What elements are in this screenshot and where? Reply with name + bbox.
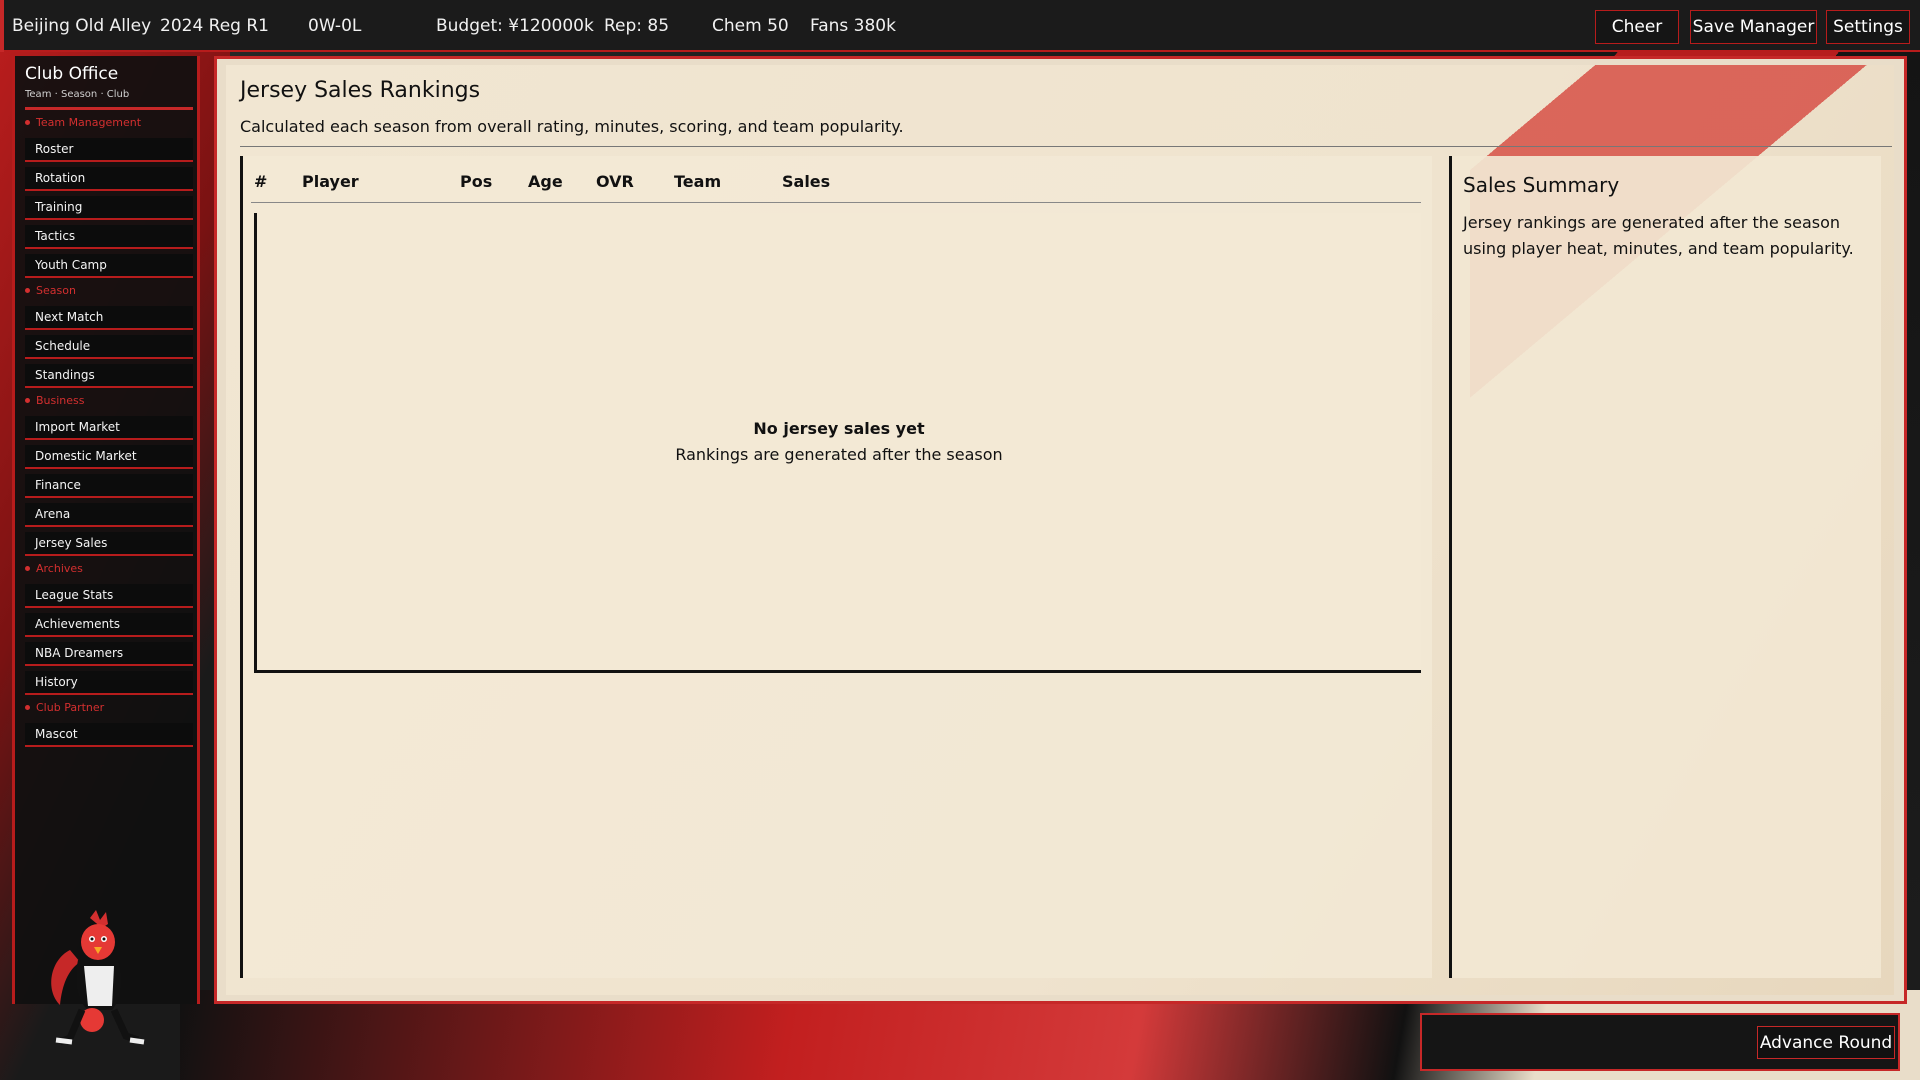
column-header-ovr[interactable]: OVR (596, 172, 634, 191)
top-status-bar: Beijing Old Alley 2024 Reg R1 0W-0L Budg… (0, 0, 1920, 52)
sidebar-item-jersey-sales[interactable]: Jersey Sales (25, 532, 193, 556)
settings-button[interactable]: Settings (1826, 10, 1910, 44)
rooster-mascot-icon (51, 910, 145, 1046)
sidebar-item-label: Next Match (35, 310, 104, 324)
sidebar-item-label: History (35, 675, 78, 689)
sidebar-item-label: Standings (35, 368, 95, 382)
topbar-accent (0, 0, 4, 52)
summary-title: Sales Summary (1463, 173, 1620, 197)
sidebar-item-import-market[interactable]: Import Market (25, 416, 193, 440)
column-header-rank[interactable]: # (254, 172, 267, 191)
page-title: Jersey Sales Rankings (240, 78, 481, 103)
reputation-label: Rep: 85 (604, 16, 670, 36)
sidebar-item-label: Mascot (35, 727, 78, 741)
sidebar-item-label: Roster (35, 142, 74, 156)
category-business: Business (25, 394, 85, 407)
sidebar: Club Office Team · Season · Club Team Ma… (12, 56, 200, 1004)
sidebar-item-finance[interactable]: Finance (25, 474, 193, 498)
sidebar-item-history[interactable]: History (25, 671, 193, 695)
chemistry-label: Chem 50 (712, 16, 789, 36)
sidebar-item-achievements[interactable]: Achievements (25, 613, 193, 637)
sidebar-item-training[interactable]: Training (25, 196, 193, 220)
sidebar-item-tactics[interactable]: Tactics (25, 225, 193, 249)
category-club-partner: Club Partner (25, 701, 104, 714)
sales-summary-panel (1449, 156, 1881, 978)
sidebar-item-nba-dreamers[interactable]: NBA Dreamers (25, 642, 193, 666)
sidebar-item-label: Import Market (35, 420, 120, 434)
cheer-button[interactable]: Cheer (1595, 10, 1679, 44)
season-label: 2024 Reg R1 (160, 16, 269, 36)
sidebar-item-label: Training (35, 200, 83, 214)
empty-state-subtitle: Rankings are generated after the season (675, 445, 1003, 464)
sidebar-item-arena[interactable]: Arena (25, 503, 193, 527)
sidebar-item-label: Arena (35, 507, 71, 521)
bullet-icon (25, 288, 30, 293)
sidebar-item-label: Finance (35, 478, 81, 492)
page-description: Calculated each season from overall rati… (240, 117, 904, 136)
record-label: 0W-0L (308, 16, 362, 36)
sidebar-item-label: Rotation (35, 171, 86, 185)
category-label: Team Management (36, 116, 142, 129)
category-label: Club Partner (36, 701, 105, 714)
column-header-sales[interactable]: Sales (782, 172, 830, 191)
empty-state-title: No jersey sales yet (753, 419, 925, 438)
sidebar-item-league-stats[interactable]: League Stats (25, 584, 193, 608)
sidebar-item-mascot[interactable]: Mascot (25, 723, 193, 747)
advance-round-button[interactable]: Advance Round (1757, 1026, 1895, 1059)
bullet-icon (25, 120, 30, 125)
rankings-table-body: No jersey sales yet Rankings are generat… (254, 213, 1421, 673)
column-header-team[interactable]: Team (674, 172, 721, 191)
bullet-icon (25, 566, 30, 571)
category-label: Season (36, 284, 76, 297)
column-header-age[interactable]: Age (528, 172, 563, 191)
column-header-pos[interactable]: Pos (460, 172, 492, 191)
summary-text: Jersey rankings are generated after the … (1463, 213, 1854, 258)
sidebar-subtitle: Team · Season · Club (25, 89, 130, 100)
sidebar-divider (25, 107, 193, 110)
save-manager-button[interactable]: Save Manager (1690, 10, 1817, 44)
sidebar-item-label: Domestic Market (35, 449, 137, 463)
sidebar-title: Club Office (25, 64, 119, 84)
team-name: Beijing Old Alley (12, 16, 152, 36)
sidebar-item-standings[interactable]: Standings (25, 364, 193, 388)
sidebar-item-label: NBA Dreamers (35, 646, 124, 660)
category-archives: Archives (25, 562, 83, 575)
budget-label: Budget: ¥120000k (436, 16, 594, 36)
column-header-player[interactable]: Player (302, 172, 359, 191)
title-divider (240, 146, 1892, 147)
sidebar-item-schedule[interactable]: Schedule (25, 335, 193, 359)
bullet-icon (25, 398, 30, 403)
sidebar-item-label: Youth Camp (35, 258, 107, 272)
category-team-management: Team Management (25, 116, 141, 129)
sidebar-item-next-match[interactable]: Next Match (25, 306, 193, 330)
sidebar-item-label: Schedule (35, 339, 91, 353)
sidebar-item-domestic-market[interactable]: Domestic Market (25, 445, 193, 469)
fans-label: Fans 380k (810, 16, 896, 36)
category-season: Season (25, 284, 76, 297)
category-label: Business (36, 394, 85, 407)
sidebar-item-youth-camp[interactable]: Youth Camp (25, 254, 193, 278)
header-divider (251, 202, 1421, 203)
sidebar-item-roster[interactable]: Roster (25, 138, 193, 162)
sidebar-item-label: Achievements (35, 617, 121, 631)
category-label: Archives (36, 562, 83, 575)
sidebar-item-rotation[interactable]: Rotation (25, 167, 193, 191)
sidebar-item-label: Tactics (35, 229, 76, 243)
sidebar-item-label: Jersey Sales (35, 536, 108, 550)
sidebar-item-label: League Stats (35, 588, 114, 602)
bullet-icon (25, 705, 30, 710)
